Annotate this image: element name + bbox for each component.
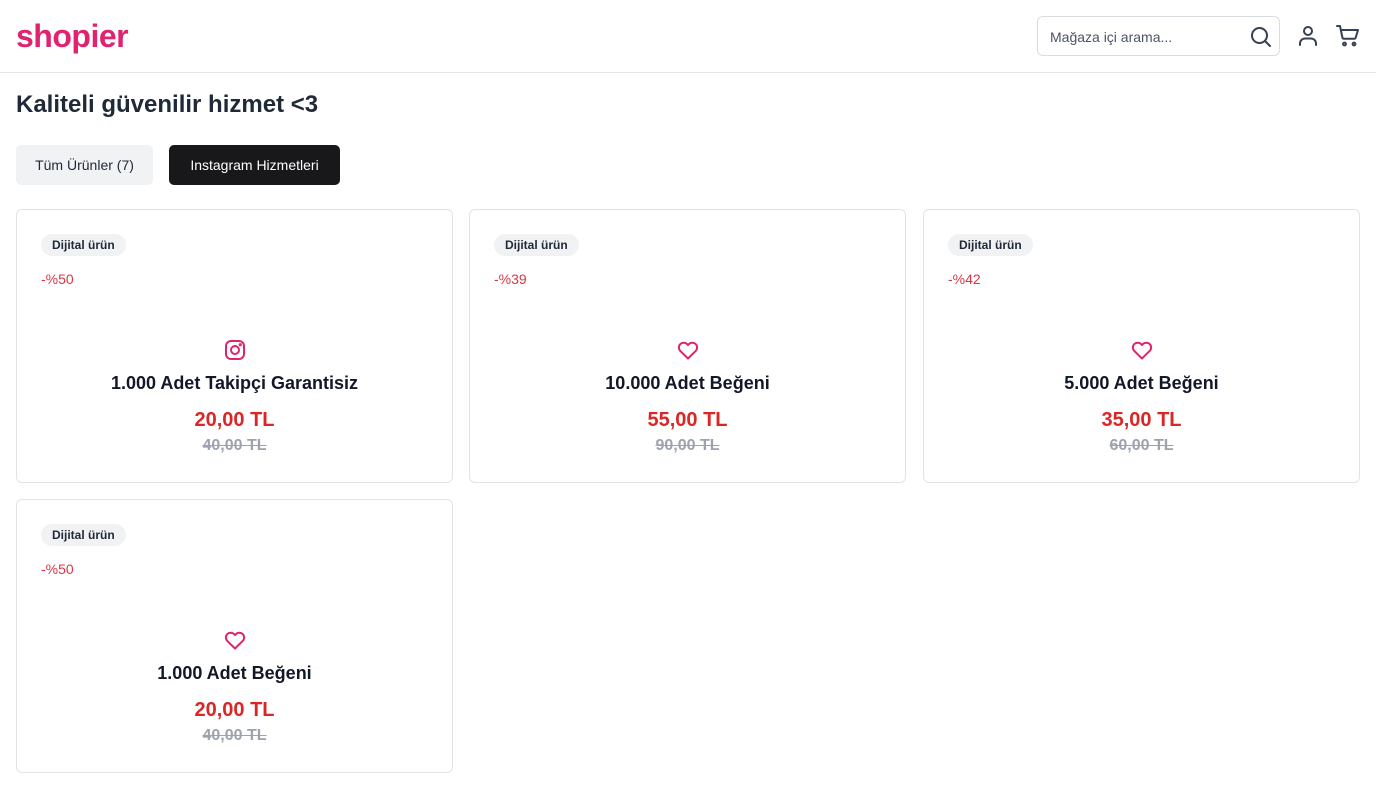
cart-icon[interactable] <box>1336 24 1360 48</box>
product-old-price: 60,00 TL <box>1109 437 1174 454</box>
user-icon[interactable] <box>1296 24 1320 48</box>
product-card[interactable]: Dijital ürün -%50 1.000 Adet Beğeni 20,0… <box>16 499 453 773</box>
product-name[interactable]: 1.000 Adet Takipçi Garantisiz <box>17 372 452 394</box>
search-input[interactable] <box>1050 26 1240 48</box>
product-name[interactable]: 1.000 Adet Beğeni <box>17 662 452 684</box>
digital-product-badge: Dijital ürün <box>41 524 126 546</box>
search-icon[interactable] <box>1249 25 1273 49</box>
product-card[interactable]: Dijital ürün -%42 5.000 Adet Beğeni 35,0… <box>923 209 1360 483</box>
shopier-logo[interactable]: shopier <box>16 17 129 55</box>
product-price: 55,00 TL <box>647 409 728 431</box>
digital-product-badge: Dijital ürün <box>948 234 1033 256</box>
product-old-price: 40,00 TL <box>202 727 267 744</box>
heart-icon <box>1131 341 1153 360</box>
instagram-icon <box>225 340 245 360</box>
product-old-price: 40,00 TL <box>202 437 267 454</box>
product-price: 20,00 TL <box>194 699 275 721</box>
product-card[interactable]: Dijital ürün -%50 1.000 Adet Takipçi Gar… <box>16 209 453 483</box>
product-name[interactable]: 5.000 Adet Beğeni <box>924 372 1359 394</box>
product-price: 35,00 TL <box>1101 409 1182 431</box>
filter-instagram-services-button[interactable]: Instagram Hizmetleri <box>169 145 340 185</box>
heart-icon <box>224 631 246 650</box>
product-name[interactable]: 10.000 Adet Beğeni <box>470 372 905 394</box>
discount-label: -%50 <box>41 561 74 577</box>
digital-product-badge: Dijital ürün <box>41 234 126 256</box>
site-header: shopier <box>0 0 1376 73</box>
filter-all-products-button[interactable]: Tüm Ürünler (7) <box>16 145 153 185</box>
search-box[interactable] <box>1037 16 1280 56</box>
product-card[interactable]: Dijital ürün -%39 10.000 Adet Beğeni 55,… <box>469 209 906 483</box>
discount-label: -%50 <box>41 271 74 287</box>
digital-product-badge: Dijital ürün <box>494 234 579 256</box>
product-price: 20,00 TL <box>194 409 275 431</box>
page-title: Kaliteli güvenilir hizmet <3 <box>16 91 319 118</box>
product-old-price: 90,00 TL <box>655 437 720 454</box>
discount-label: -%39 <box>494 271 527 287</box>
discount-label: -%42 <box>948 271 981 287</box>
heart-icon <box>677 341 699 360</box>
